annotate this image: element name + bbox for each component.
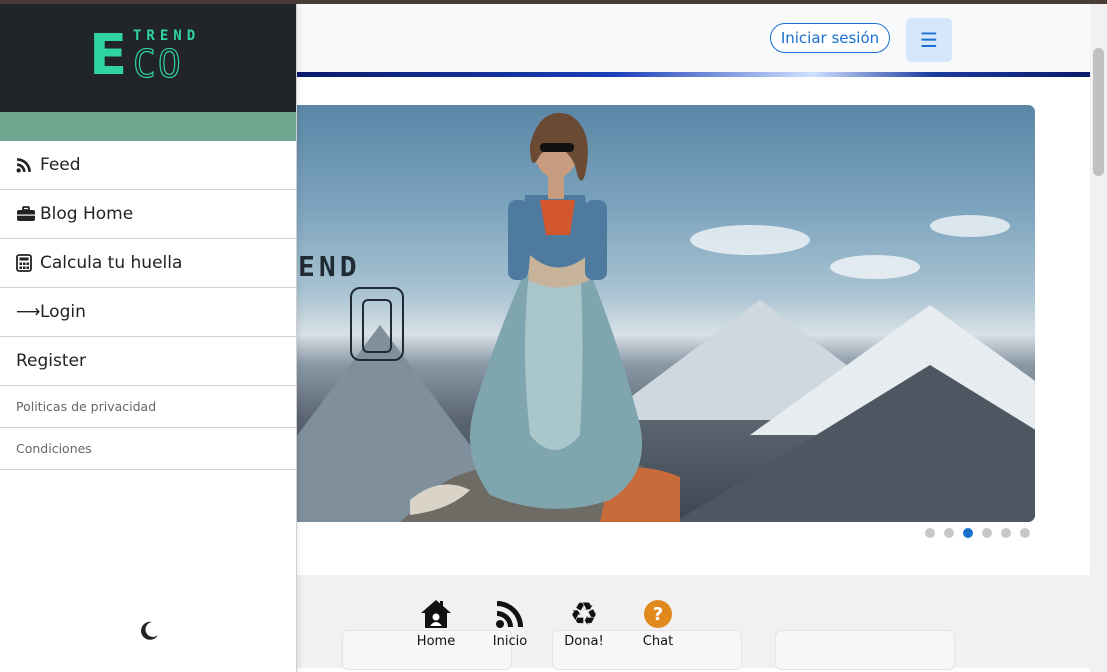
sidebar-strip	[0, 112, 296, 141]
hero-carousel[interactable]: END	[270, 105, 1035, 522]
moon-icon[interactable]	[138, 620, 160, 642]
sidebar-link-conditions[interactable]: Condiciones	[0, 428, 296, 470]
bottom-nav-chat[interactable]: ? Chat	[632, 596, 684, 649]
calculator-icon	[16, 254, 36, 272]
carousel-dot[interactable]	[982, 528, 992, 538]
cloud	[830, 255, 920, 279]
sidebar-link-label: Condiciones	[16, 441, 92, 456]
sidebar-item-label: Login	[40, 302, 86, 322]
arrow-right-icon: ⟶	[16, 302, 41, 322]
content-card	[775, 630, 955, 670]
sidebar-item-login[interactable]: ⟶ Login	[0, 288, 296, 337]
banner-strip	[297, 72, 1090, 77]
rss-icon	[495, 596, 525, 632]
hamburger-icon: ☰	[920, 28, 938, 52]
sidebar-link-label: Politicas de privacidad	[16, 399, 157, 414]
sidebar-item-blog-home[interactable]: Blog Home	[0, 190, 296, 239]
sidebar: E TREND CO Feed Blog Home Calcula tu hue…	[0, 4, 297, 672]
bottom-nav-inicio[interactable]: Inicio	[484, 596, 536, 649]
mountain	[670, 365, 1035, 522]
carousel-indicators	[925, 528, 1030, 538]
rss-icon	[16, 157, 36, 173]
sidebar-header: E TREND CO	[0, 4, 296, 112]
bottom-nav-label: Dona!	[564, 634, 604, 649]
bottom-nav-label: Chat	[642, 634, 674, 649]
cloud	[690, 225, 810, 255]
sidebar-item-label: Calcula tu huella	[40, 253, 183, 273]
menu-toggle-button[interactable]: ☰	[906, 18, 952, 62]
svg-text:?: ?	[653, 604, 663, 625]
bottom-nav-dona[interactable]: ♻ Dona!	[558, 596, 610, 649]
recycle-icon: ♻	[569, 595, 599, 633]
bottom-nav-home[interactable]: Home	[410, 596, 462, 649]
carousel-dot[interactable]	[944, 528, 954, 538]
carousel-dot[interactable]	[1020, 528, 1030, 538]
brand-bottom-text: CO	[132, 42, 183, 86]
cloud	[930, 215, 1010, 237]
bottom-nav: Home Inicio ♻ Dona! ? Chat	[410, 596, 684, 649]
carousel-dot-active[interactable]	[963, 528, 973, 538]
sidebar-item-label: Register	[16, 351, 86, 371]
sidebar-item-label: Feed	[40, 155, 81, 175]
brand-letter: E	[89, 23, 128, 88]
carousel-dot[interactable]	[925, 528, 935, 538]
briefcase-icon	[16, 206, 36, 222]
sidebar-item-calcula[interactable]: Calcula tu huella	[0, 239, 296, 288]
brand-logo[interactable]: E TREND CO	[89, 28, 209, 86]
home-icon	[419, 596, 453, 632]
bottom-nav-label: Home	[416, 634, 456, 649]
scrollbar-thumb[interactable]	[1093, 48, 1104, 176]
bottom-nav-label: Inicio	[492, 634, 528, 649]
sidebar-link-privacy[interactable]: Politicas de privacidad	[0, 386, 296, 428]
login-button[interactable]: Iniciar sesión	[770, 23, 890, 53]
carousel-dot[interactable]	[1001, 528, 1011, 538]
sidebar-item-label: Blog Home	[40, 204, 134, 224]
question-circle-icon: ?	[643, 596, 673, 632]
sidebar-item-register[interactable]: Register	[0, 337, 296, 386]
sidebar-item-feed[interactable]: Feed	[0, 141, 296, 190]
model-figure	[400, 113, 680, 522]
